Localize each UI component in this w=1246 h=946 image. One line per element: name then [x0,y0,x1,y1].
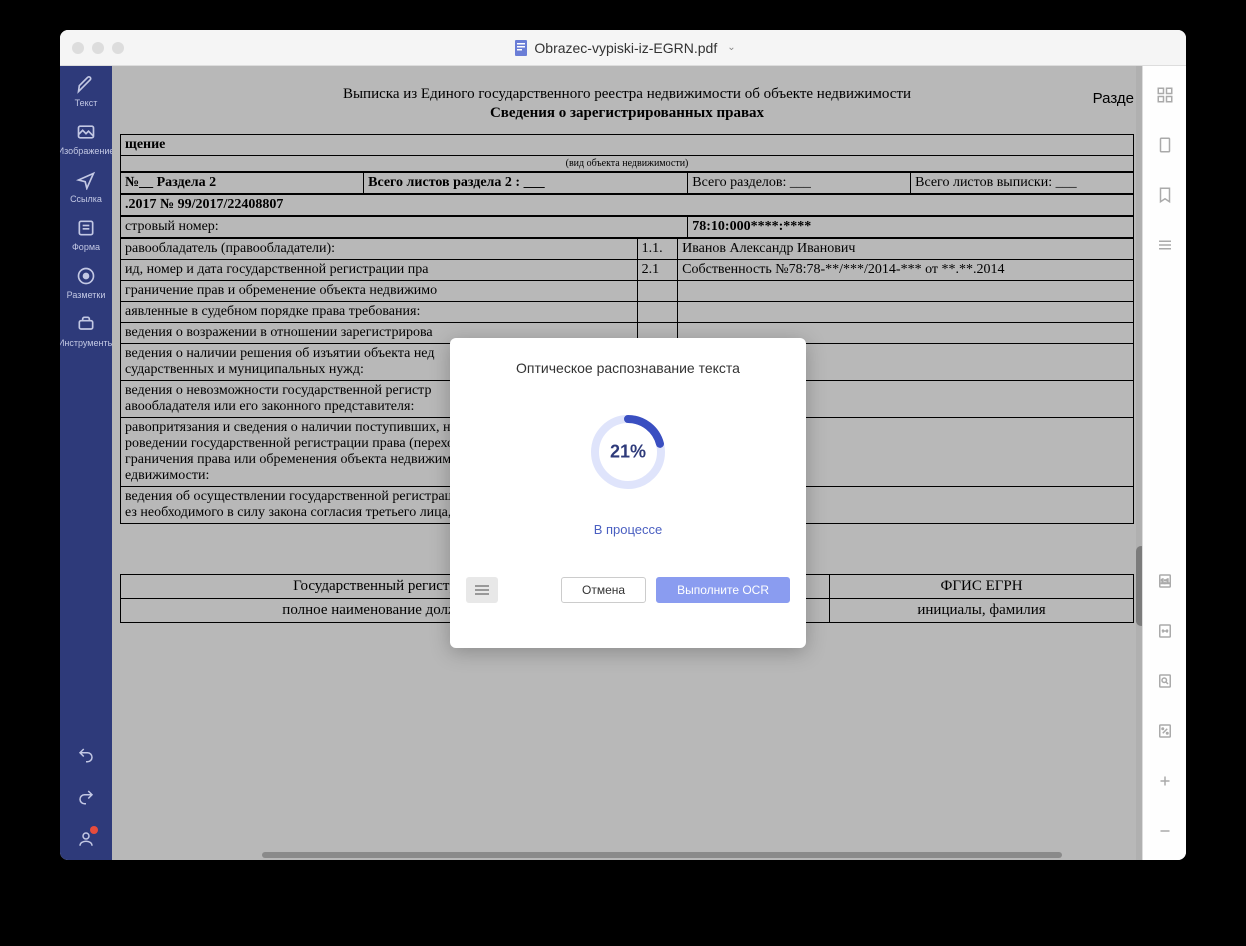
sheet-c2: Всего листов раздела 2 : ___ [364,173,688,194]
list-icon[interactable] [1156,236,1174,254]
tool-label: Ссылка [70,194,102,204]
doc-title: Выписка из Единого государственного реес… [120,86,1134,103]
ocr-modal: Оптическое распознавание текста 21% В пр… [450,338,806,648]
sheet-c1: №__ Раздела 2 [121,173,364,194]
data-cell: Иванов Александр Иванович [678,239,1134,260]
thumbnails-icon[interactable] [1156,86,1174,104]
tool-label: Инструменты [60,338,114,348]
sheet-c4: Всего листов выписки: ___ [911,173,1134,194]
tool-form[interactable]: Форма [60,210,112,258]
tool-image[interactable]: Изображение [60,114,112,162]
modal-title: Оптическое распознавание текста [516,360,740,376]
sig-r1c3: ФГИС ЕГРН [830,575,1134,599]
bookmark-icon[interactable] [1156,186,1174,204]
fit-page-icon[interactable]: 1:1 [1156,572,1174,590]
date-value: .2017 № 99/2017/22408807 [121,195,1134,216]
data-cell: 2.1 [637,260,678,281]
tool-label: Разметки [67,290,106,300]
data-cell [678,302,1134,323]
horizontal-scrollbar[interactable] [262,852,1062,858]
object-type-note: (вид объекта недвижимости) [121,156,1134,172]
tool-link[interactable]: Ссылка [60,162,112,210]
page-icon[interactable] [1156,136,1174,154]
user-account[interactable] [60,818,112,860]
data-cell: 1.1. [637,239,678,260]
tool-label: Текст [75,98,98,108]
fit-width-icon[interactable] [1156,622,1174,640]
data-cell: ид, номер и дата государственной регистр… [121,260,638,281]
progress-percent: 21% [610,442,646,463]
tool-label: Форма [72,242,100,252]
cad-value: 78:10:000****:**** [688,217,1134,238]
progress-status: В процессе [594,522,663,537]
chevron-down-icon[interactable]: ⌄ [727,42,735,53]
close-window-icon[interactable] [72,42,84,54]
window-title: Obrazec-vypiski-iz-EGRN.pdf [534,40,717,56]
cad-row: стровый номер: 78:10:000****:**** [120,216,1134,238]
app-window: Obrazec-vypiski-iz-EGRN.pdf ⌄ Текст Изоб… [60,30,1186,860]
progress-ring: 21% [588,412,668,492]
percent-icon[interactable] [1156,722,1174,740]
doc-subtitle: Сведения о зарегистрированных правах [120,105,1134,122]
zoom-out-icon[interactable] [1156,822,1174,840]
sheet-row: №__ Раздела 2 Всего листов раздела 2 : _… [120,172,1134,194]
titlebar: Obrazec-vypiski-iz-EGRN.pdf ⌄ [60,30,1186,66]
data-cell [637,281,678,302]
tool-tools[interactable]: Инструменты [60,306,112,354]
maximize-window-icon[interactable] [112,42,124,54]
cad-label: стровый номер: [121,217,688,238]
data-cell: равообладатель (правообладатели): [121,239,638,260]
sidebar-left: Текст Изображение Ссылка Форма Разметки … [60,66,112,860]
undo-button[interactable] [60,734,112,776]
sig-r2c3: инициалы, фамилия [830,599,1134,623]
cancel-button[interactable]: Отмена [561,577,646,603]
menu-icon[interactable] [466,577,498,603]
notification-dot-icon [90,826,98,834]
tool-text[interactable]: Текст [60,66,112,114]
zoom-icon[interactable] [1156,672,1174,690]
sheet-c3: Всего разделов: ___ [688,173,911,194]
data-cell: граничение прав и обременение объекта не… [121,281,638,302]
data-cell: аявленные в судебном порядке права требо… [121,302,638,323]
date-row: .2017 № 99/2017/22408807 [120,194,1134,216]
tool-label: Изображение [60,146,114,156]
body: Текст Изображение Ссылка Форма Разметки … [60,66,1186,860]
sidebar-right: 1:1 [1142,66,1186,860]
data-cell [637,302,678,323]
data-cell: Собственность №78:78-**/***/2014-*** от … [678,260,1134,281]
redo-button[interactable] [60,776,112,818]
tool-markup[interactable]: Разметки [60,258,112,306]
traffic-lights[interactable] [72,42,124,54]
doc-table: щение (вид объекта недвижимости) [120,134,1134,172]
data-cell [678,281,1134,302]
document-icon [514,40,528,56]
window-title-area[interactable]: Obrazec-vypiski-iz-EGRN.pdf ⌄ [136,40,1114,56]
minimize-window-icon[interactable] [92,42,104,54]
row-header: щение [121,135,1134,156]
zoom-in-icon[interactable] [1156,772,1174,790]
svg-text:1:1: 1:1 [1160,579,1169,585]
modal-footer: Отмена Выполните OCR [466,577,790,603]
run-ocr-button[interactable]: Выполните OCR [656,577,790,603]
